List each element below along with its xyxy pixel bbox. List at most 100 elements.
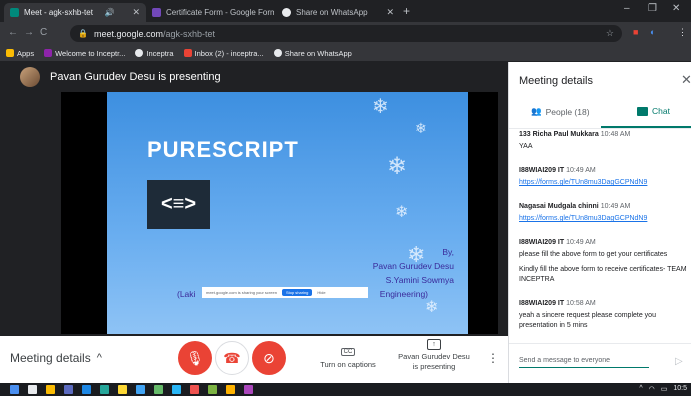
- app-icon[interactable]: [208, 385, 217, 394]
- new-tab-button[interactable]: +: [403, 4, 410, 18]
- globe-icon: [273, 49, 282, 57]
- windows-start-icon[interactable]: [10, 385, 19, 394]
- bookmark-label: Inbox (2) - inceptra...: [194, 48, 264, 58]
- meeting-controls: Meeting details ^ 🎙 ☎ ⊘ CC Turn on capti…: [0, 336, 508, 383]
- tab-meet[interactable]: Meet - agk-sxhb-tet 🔊 ✕: [4, 3, 146, 22]
- snowflake-icon: ❄: [372, 96, 389, 118]
- tab-label: Meet - agk-sxhb-tet: [24, 8, 93, 17]
- snowflake-icon: ❄: [415, 120, 427, 136]
- camera-indicator-icon[interactable]: ■: [633, 27, 638, 37]
- avatar: [20, 67, 40, 87]
- back-icon[interactable]: ←: [8, 27, 18, 38]
- snowflake-icon: ❄: [395, 204, 409, 221]
- message-time: 10:49 AM: [566, 239, 596, 246]
- camera-off-icon: ⊘: [263, 349, 275, 366]
- leave-call-button[interactable]: ☎: [215, 341, 249, 375]
- message-sender: I88WIAI209 IT: [519, 239, 565, 246]
- tab-certificate-form[interactable]: Certificate Form - Google Forms ✕: [146, 3, 274, 22]
- presenter-bar: Pavan Gurudev Desu is presenting: [0, 62, 508, 92]
- chat-message: 133 Richa Paul Mukkara 10:48 AM YAA: [519, 130, 687, 152]
- app-icon[interactable]: [244, 385, 253, 394]
- gmail-icon: [183, 49, 192, 57]
- chat-message-input[interactable]: [519, 357, 649, 368]
- screen: Meet - agk-sxhb-tet 🔊 ✕ Certificate Form…: [0, 0, 691, 396]
- bookmark-inbox[interactable]: Inbox (2) - inceptra...: [183, 48, 264, 58]
- chat-messages: 133 Richa Paul Mukkara 10:48 AM YAA I88WI…: [519, 130, 687, 340]
- tab-people[interactable]: 👥 People (18): [531, 106, 590, 117]
- chat-composer: ▷: [509, 343, 691, 383]
- app-icon[interactable]: [136, 385, 145, 394]
- address-bar[interactable]: 🔒 meet.google.com/agk-sxhb-tet ☆: [70, 25, 622, 42]
- extension-icon[interactable]: ◐: [650, 27, 655, 37]
- forward-icon[interactable]: →: [24, 27, 34, 38]
- meeting-details-panel: Meeting details ✕ 👥 People (18) Chat 133…: [508, 62, 691, 383]
- close-panel-icon[interactable]: ✕: [681, 72, 691, 88]
- panel-title: Meeting details: [519, 75, 593, 87]
- tray-clock[interactable]: 10:5: [673, 385, 687, 393]
- bookmark-apps[interactable]: Apps: [6, 49, 34, 58]
- star-icon[interactable]: ☆: [606, 28, 614, 39]
- share-notice-text: meet.google.com is sharing your screen: [206, 290, 277, 295]
- app-icon[interactable]: [190, 385, 199, 394]
- app-icon[interactable]: [82, 385, 91, 394]
- hide-button[interactable]: Hide: [317, 290, 325, 295]
- app-icon[interactable]: [64, 385, 73, 394]
- slide-title: PURESCRIPT: [147, 137, 299, 162]
- more-options-icon[interactable]: ⋮: [487, 351, 499, 365]
- captions-icon: CC: [340, 348, 356, 356]
- message-time: 10:48 AM: [600, 131, 631, 138]
- chat-message: I88WIAI209 IT 10:49 AM please fill the ab…: [519, 238, 687, 285]
- tray-chevron-icon[interactable]: ^: [639, 385, 642, 393]
- people-icon: 👥: [531, 106, 542, 116]
- stop-sharing-button[interactable]: Stop sharing: [281, 289, 313, 296]
- message-time: 10:58 AM: [566, 300, 596, 307]
- app-icon[interactable]: [100, 385, 109, 394]
- minimize-button[interactable]: –: [624, 3, 630, 14]
- code-logo: <≡>: [147, 180, 210, 229]
- bookmark-label: Share on WhatsApp: [284, 48, 352, 58]
- send-icon[interactable]: ▷: [675, 356, 683, 367]
- message-link[interactable]: https://forms.gle/TUn8mu3DagGCPNdN9: [519, 215, 647, 222]
- app-icon[interactable]: [154, 385, 163, 394]
- globe-favicon-icon: [282, 8, 291, 17]
- chrome-icon[interactable]: [226, 385, 235, 394]
- close-tab-icon[interactable]: ✕: [126, 7, 140, 18]
- camera-off-button[interactable]: ⊘: [252, 341, 286, 375]
- close-window-button[interactable]: ✕: [672, 3, 680, 14]
- maximize-button[interactable]: ❐: [648, 3, 657, 14]
- folder-icon[interactable]: [118, 385, 127, 394]
- tab-chat[interactable]: Chat: [637, 106, 670, 116]
- chrome-menu-icon[interactable]: ⋮: [678, 27, 687, 38]
- notes-icon[interactable]: [46, 385, 55, 394]
- message-time: 10:49 AM: [600, 203, 631, 210]
- meeting-details-toggle[interactable]: Meeting details ^: [10, 351, 102, 365]
- bookmark-inceptra[interactable]: Inceptra: [135, 49, 174, 58]
- reload-icon[interactable]: C: [40, 27, 47, 38]
- people-label: People (18): [545, 106, 590, 117]
- close-tab-icon[interactable]: ✕: [380, 7, 394, 18]
- captions-button[interactable]: CC Turn on captions: [313, 346, 383, 369]
- chat-label: Chat: [652, 106, 670, 116]
- lock-icon: 🔒: [78, 29, 88, 38]
- inceptra-icon: [44, 49, 53, 57]
- present-label-1: Pavan Gurudev Desu: [398, 352, 470, 361]
- bookmark-whatsapp[interactable]: Share on WhatsApp: [273, 48, 352, 58]
- meeting-stage: Pavan Gurudev Desu is presenting ❄ ❄ ❄ ❄…: [0, 62, 508, 336]
- url-path: /agk-sxhb-tet: [163, 28, 216, 39]
- present-now-button[interactable]: ↑ Pavan Gurudev Desu is presenting: [394, 339, 474, 372]
- wifi-icon[interactable]: ◠: [649, 385, 655, 393]
- screen-share: ❄ ❄ ❄ ❄ ❄ ❄ PURESCRIPT <≡> By, Pavan Gur…: [61, 92, 498, 334]
- browser-tabstrip: Meet - agk-sxhb-tet 🔊 ✕ Certificate Form…: [0, 0, 691, 22]
- message-link[interactable]: https://forms.gle/TUn8mu3DagGCPNdN9: [519, 179, 647, 186]
- store-icon[interactable]: [28, 385, 37, 394]
- bookmark-welcome[interactable]: Welcome to Inceptr...: [44, 49, 125, 58]
- bookmarks-bar: Apps Welcome to Inceptr... Inceptra Inbo…: [0, 45, 691, 62]
- tab-share-whatsapp[interactable]: Share on WhatsApp ✕: [276, 3, 400, 22]
- mic-off-button[interactable]: 🎙: [178, 341, 212, 375]
- os-taskbar: ^ ◠ ▭ 10:5: [0, 383, 691, 396]
- battery-icon[interactable]: ▭: [661, 385, 668, 393]
- app-icon[interactable]: [172, 385, 181, 394]
- chat-icon: [637, 106, 648, 116]
- mic-off-icon: 🎙: [186, 349, 204, 366]
- present-screen-icon: ↑: [427, 339, 441, 350]
